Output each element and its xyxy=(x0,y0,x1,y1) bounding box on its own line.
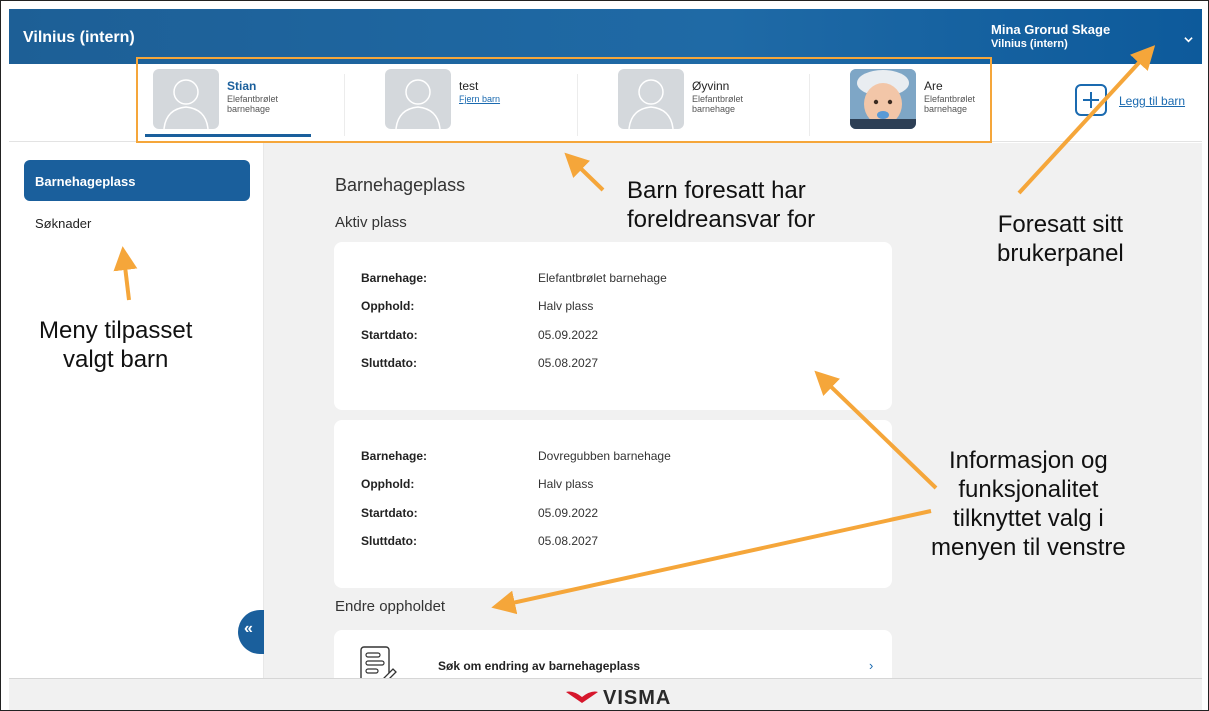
action-label: Søk om endring av barnehageplass xyxy=(438,659,641,673)
row-value: 05.08.2027 xyxy=(538,356,599,370)
collapse-sidebar-button[interactable]: « xyxy=(238,610,264,654)
chevron-down-icon[interactable] xyxy=(1184,35,1193,44)
row-value: 05.08.2027 xyxy=(538,534,599,548)
plus-icon[interactable] xyxy=(1075,84,1107,116)
row-label: Sluttdato: xyxy=(361,356,417,370)
sidebar-item-barnehageplass[interactable]: Barnehageplass xyxy=(24,160,250,201)
annotation-line: Foresatt sitt xyxy=(997,211,1124,238)
annotation-line: tilknyttet valg i xyxy=(953,505,1104,532)
visma-swoosh-icon xyxy=(566,691,598,703)
logo-text: VISMA xyxy=(603,687,672,709)
user-name[interactable]: Mina Grorud Skage xyxy=(991,22,1110,37)
annotation-info: Informasjon og funksjonalitet tilknyttet… xyxy=(931,446,1126,562)
top-bar: Vilnius (intern) Mina Grorud Skage Vilni… xyxy=(9,9,1202,64)
row-label: Opphold: xyxy=(361,477,415,491)
annotation-userpanel: Foresatt sitt brukerpanel xyxy=(997,210,1124,268)
row-label: Opphold: xyxy=(361,299,415,313)
chevron-right-icon: › xyxy=(869,658,874,673)
row-value: Elefantbrølet barnehage xyxy=(538,271,667,285)
app-title: Vilnius (intern) xyxy=(23,29,135,46)
annotation-line: Meny tilpasset xyxy=(39,317,193,344)
section-title-active: Aktiv plass xyxy=(335,214,407,231)
annotation-line: foreldreansvar for xyxy=(627,206,816,233)
annotation-children: Barn foresatt har foreldreansvar for xyxy=(627,176,815,234)
annotation-line: Barn foresatt har xyxy=(627,177,806,204)
annotation-line: menyen til venstre xyxy=(931,534,1126,561)
row-label: Startdato: xyxy=(361,328,418,342)
row-value: Dovregubben barnehage xyxy=(538,449,671,463)
sidebar-menu: Barnehageplass Søknader « xyxy=(9,143,264,678)
row-value: Halv plass xyxy=(538,299,594,313)
row-label: Barnehage: xyxy=(361,271,428,285)
row-label: Sluttdato: xyxy=(361,534,417,548)
annotation-line: Informasjon og xyxy=(949,447,1108,474)
placement-card: Barnehage: Dovregubben barnehage Opphold:… xyxy=(334,420,892,588)
annotation-line: funksjonalitet xyxy=(958,476,1099,503)
user-org[interactable]: Vilnius (intern) xyxy=(991,38,1068,50)
row-label: Barnehage: xyxy=(361,449,428,463)
annotation-line: brukerpanel xyxy=(997,240,1124,267)
add-child-link[interactable]: Legg til barn xyxy=(1119,94,1185,108)
footer: VISMA xyxy=(9,678,1202,710)
row-value: Halv plass xyxy=(538,477,594,491)
row-label: Startdato: xyxy=(361,506,418,520)
children-highlight-box xyxy=(136,57,992,143)
annotation-menu: Meny tilpasset valgt barn xyxy=(39,316,192,374)
app-window: Vilnius (intern) Mina Grorud Skage Vilni… xyxy=(0,0,1209,711)
placement-card: Barnehage: Elefantbrølet barnehage Opphol… xyxy=(334,242,892,410)
page-title: Barnehageplass xyxy=(335,175,466,195)
row-value: 05.09.2022 xyxy=(538,328,599,342)
row-value: 05.09.2022 xyxy=(538,506,599,520)
section-title-change: Endre oppholdet xyxy=(335,598,446,615)
annotation-line: valgt barn xyxy=(63,346,169,373)
sidebar-item-soknader[interactable]: Søknader xyxy=(35,216,91,231)
